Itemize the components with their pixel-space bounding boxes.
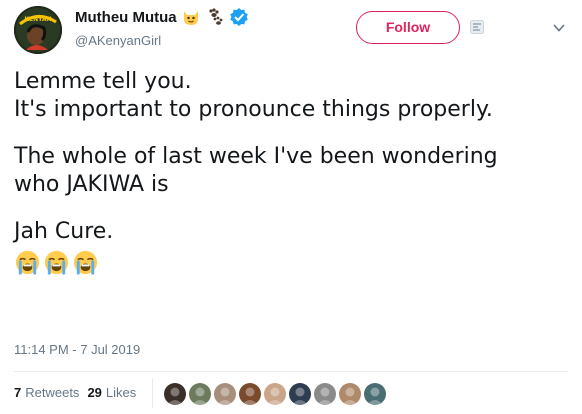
liker-avatar[interactable]	[337, 381, 363, 407]
tweet-line-break	[14, 199, 574, 218]
liker-avatar[interactable]	[162, 381, 188, 407]
tweet-line-break	[14, 124, 574, 143]
tweet-stats: 7 Retweets 29 Likes	[14, 385, 144, 400]
likes-label: Likes	[105, 385, 137, 400]
name-row: Mutheu Mutua	[75, 6, 249, 28]
chevron-down-icon[interactable]	[553, 24, 565, 32]
emoji-row	[14, 249, 574, 276]
tweet-line: The whole of last week I've been wonderi…	[14, 144, 498, 169]
retweets-count: 7	[14, 385, 22, 400]
liker-avatar[interactable]	[237, 381, 263, 407]
embed-icon[interactable]	[470, 20, 484, 34]
display-name[interactable]: Mutheu Mutua	[75, 9, 177, 26]
paw-prints-icon	[205, 7, 225, 27]
divider	[14, 371, 568, 372]
liker-avatars	[162, 381, 388, 407]
user-handle[interactable]: @AKenyanGirl	[75, 33, 161, 48]
verified-badge-icon	[229, 7, 249, 27]
likes-count: 29	[87, 385, 102, 400]
tweet-line: who JAKIWA is	[14, 172, 169, 197]
tweet-text: Lemme tell you. It's important to pronou…	[14, 68, 574, 276]
retweets-label: Retweets	[25, 385, 80, 400]
avatar-text: KENYAN	[24, 16, 51, 23]
stats-divider	[152, 378, 153, 408]
liker-avatar[interactable]	[262, 381, 288, 407]
avatar[interactable]: KENYAN	[14, 6, 62, 54]
cat-face-icon	[181, 7, 201, 27]
tweet-timestamp[interactable]: 11:14 PM - 7 Jul 2019	[14, 342, 140, 357]
loudly-crying-face-icon	[73, 250, 98, 275]
loudly-crying-face-icon	[15, 250, 40, 275]
liker-avatar[interactable]	[287, 381, 313, 407]
retweets-stat[interactable]: 7 Retweets	[14, 385, 79, 400]
loudly-crying-face-icon	[44, 250, 69, 275]
liker-avatar[interactable]	[312, 381, 338, 407]
tweet-line: It's important to pronounce things prope…	[14, 97, 493, 122]
liker-avatar[interactable]	[212, 381, 238, 407]
likes-stat[interactable]: 29 Likes	[87, 385, 136, 400]
tweet-line: Lemme tell you.	[14, 69, 192, 94]
tweet-line: Jah Cure.	[14, 219, 114, 244]
liker-avatar[interactable]	[362, 381, 388, 407]
tweet-card: KENYAN Mutheu Mutua @AKenyanGirl Follow …	[0, 0, 582, 414]
liker-avatar[interactable]	[187, 381, 213, 407]
follow-button[interactable]: Follow	[356, 11, 460, 44]
